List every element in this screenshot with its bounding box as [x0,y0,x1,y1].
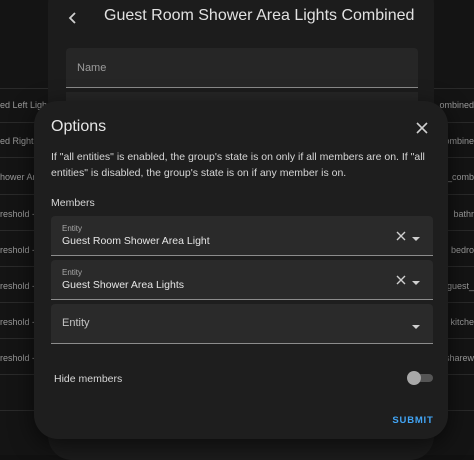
background-list-item: reshold - [0,317,36,327]
member-entity-field[interactable]: Entity Guest Shower Area Lights [51,260,433,300]
background-list-item: ed Right [0,136,34,146]
background-list-item: ombined [439,100,474,110]
background-list-item: bedro [450,245,474,255]
entity-field-label: Entity [62,224,83,233]
dropdown-arrow-icon[interactable] [411,275,421,285]
member-entity-field[interactable]: Entity Guest Room Shower Area Light [51,216,433,256]
back-arrow-icon[interactable] [66,8,80,28]
submit-button[interactable]: SUBMIT [390,411,436,431]
dropdown-arrow-icon[interactable] [411,319,421,329]
clear-icon[interactable] [394,273,408,287]
background-list-item: sharew [444,353,474,363]
dropdown-arrow-icon[interactable] [411,231,421,241]
background-list-item: kitche [450,317,474,327]
background-list-item: ombine [444,136,474,146]
background-list-item: hower Ar [0,172,36,182]
entity-field-value: Guest Room Shower Area Light [62,235,210,247]
entity-field-placeholder: Entity [62,317,90,329]
clear-icon[interactable] [394,229,408,243]
toggle-knob [407,371,421,385]
background-list-item: reshold - [0,209,36,219]
background-list-item: reshold - [0,353,36,363]
add-entity-field[interactable]: Entity [51,304,433,344]
name-field[interactable]: Name [66,48,418,88]
outer-dialog-title: Guest Room Shower Area Lights Combined [104,7,415,24]
background-list-item: guest_ [446,281,474,291]
background-list-item: reshold - [0,245,36,255]
close-icon[interactable] [412,118,432,138]
entity-field-label: Entity [62,268,83,277]
background-list-item: _comb [446,172,474,182]
options-dialog-title: Options [51,118,107,135]
hide-members-toggle[interactable] [407,371,433,385]
members-label: Members [51,197,95,209]
background-list-item: reshold - [0,281,36,291]
entity-field-value: Guest Shower Area Lights [62,279,184,291]
background-list-item: bathr [453,209,474,219]
name-field-label: Name [77,62,107,74]
hide-members-label: Hide members [54,373,123,385]
options-description: If "all entities" is enabled, the group'… [51,151,425,179]
